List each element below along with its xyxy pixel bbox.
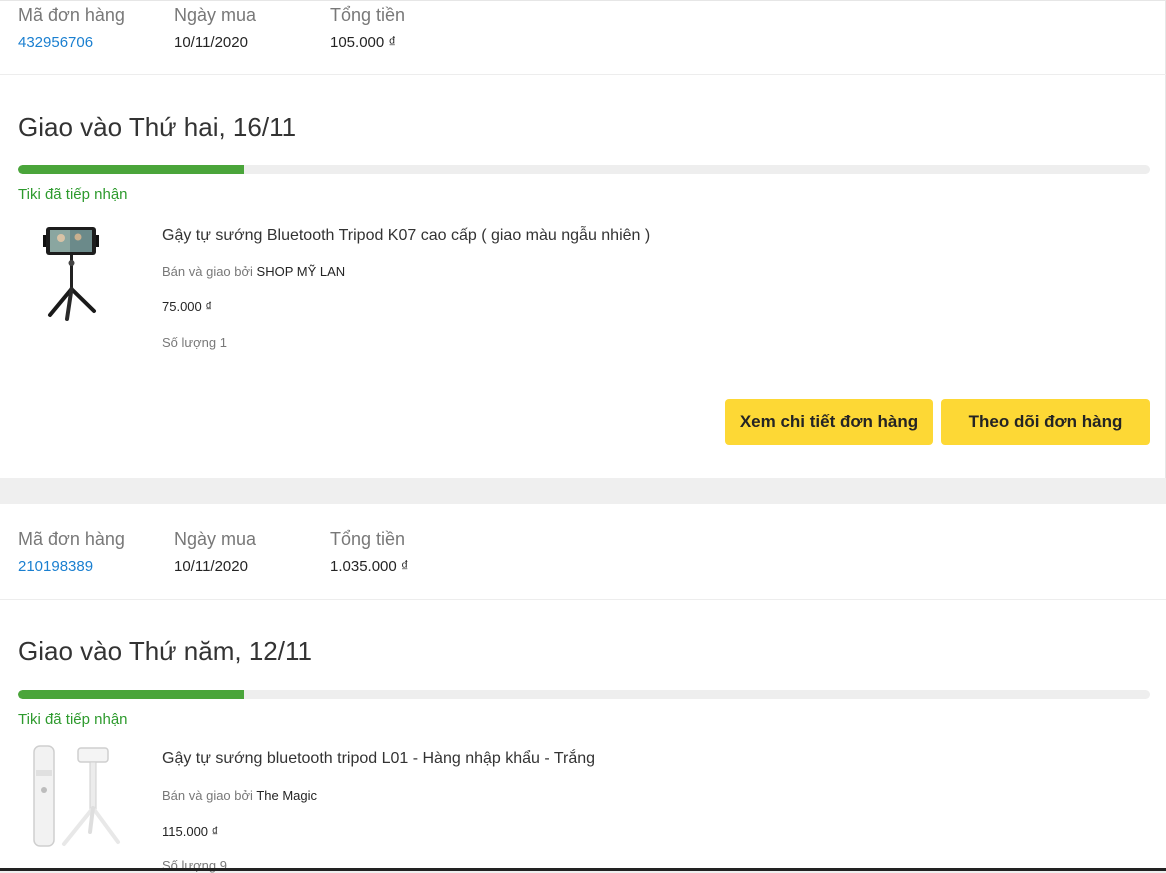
quantity-line: Số lượng 1 [162, 335, 227, 350]
order-card: Mã đơn hàng 432956706 Ngày mua 10/11/202… [0, 0, 1166, 478]
purchase-date-label: Ngày mua [174, 5, 257, 25]
order-id-label: Mã đơn hàng [18, 529, 125, 549]
product-name[interactable]: Gậy tự sướng bluetooth tripod L01 - Hàng… [162, 750, 595, 768]
order-id-link[interactable]: 210198389 [18, 558, 125, 576]
total-value: 1.035.000 ₫ [330, 558, 409, 575]
seller-line: Bán và giao bởi The Magic [162, 788, 317, 803]
product-name[interactable]: Gậy tự sướng Bluetooth Tripod K07 cao cấ… [162, 227, 650, 245]
total-label: Tổng tiền [330, 529, 406, 549]
order-card: Mã đơn hàng 210198389 Ngày mua 10/11/202… [0, 504, 1166, 873]
purchase-date-block: Ngày mua 10/11/2020 [174, 4, 256, 52]
quantity-prefix: Số lượng [162, 335, 217, 350]
seller-prefix: Bán và giao bởi [162, 264, 253, 279]
order-id-block: Mã đơn hàng 210198389 [18, 528, 125, 576]
seller-name[interactable]: The Magic [256, 788, 317, 803]
order-status: Tiki đã tiếp nhận [18, 186, 128, 203]
seller-line: Bán và giao bởi SHOP MỸ LAN [162, 264, 345, 279]
delivery-progress [18, 690, 1150, 699]
delivery-progress-fill [18, 165, 245, 174]
total-label: Tổng tiền [330, 5, 406, 25]
seller-prefix: Bán và giao bởi [162, 788, 253, 803]
total-block: Tổng tiền 1.035.000 ₫ [330, 528, 409, 576]
order-status: Tiki đã tiếp nhận [18, 711, 128, 728]
view-order-detail-button[interactable]: Xem chi tiết đơn hàng [725, 399, 933, 445]
purchase-date-label: Ngày mua [174, 529, 257, 549]
product-price: 115.000 ₫ [162, 824, 219, 839]
quantity-value: 1 [219, 335, 227, 350]
seller-name[interactable]: SHOP MỸ LAN [257, 264, 346, 279]
total-value: 105.000 ₫ [330, 34, 397, 51]
total-block: Tổng tiền 105.000 ₫ [330, 4, 405, 52]
delivery-progress-fill [18, 690, 245, 699]
product-price: 75.000 ₫ [162, 299, 213, 314]
product-image[interactable] [28, 742, 124, 850]
purchase-date-value: 10/11/2020 [174, 558, 248, 575]
track-order-button[interactable]: Theo dõi đơn hàng [941, 399, 1150, 445]
order-id-block: Mã đơn hàng 432956706 [18, 4, 125, 52]
delivery-progress [18, 165, 1150, 174]
product-image[interactable] [36, 223, 112, 323]
order-header: Mã đơn hàng 210198389 Ngày mua 10/11/202… [0, 504, 1166, 600]
order-id-label: Mã đơn hàng [18, 5, 125, 25]
delivery-title: Giao vào Thứ hai, 16/11 [18, 112, 297, 142]
order-header: Mã đơn hàng 432956706 Ngày mua 10/11/202… [0, 1, 1166, 75]
order-id-link[interactable]: 432956706 [18, 34, 125, 52]
delivery-title: Giao vào Thứ năm, 12/11 [18, 636, 312, 666]
purchase-date-value: 10/11/2020 [174, 34, 248, 51]
purchase-date-block: Ngày mua 10/11/2020 [174, 528, 256, 576]
